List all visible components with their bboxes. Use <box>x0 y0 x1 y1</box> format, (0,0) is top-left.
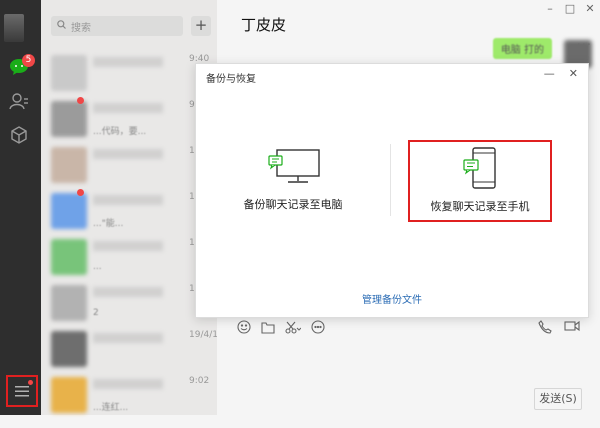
contact-name <box>93 195 163 205</box>
window-controls: – □ ✕ <box>540 0 600 18</box>
restore-to-phone-option[interactable]: 恢复聊天记录至手机 <box>408 140 552 222</box>
chat-preview: ...连红... <box>93 403 129 413</box>
favorites-cube-icon[interactable] <box>8 124 30 146</box>
dialog-controls: — ✕ <box>544 67 578 80</box>
contact-avatar <box>51 55 87 91</box>
chat-time: 1 <box>189 284 195 294</box>
menu-button[interactable] <box>6 375 38 407</box>
minimize-button[interactable]: – <box>540 0 560 18</box>
video-call-icon[interactable] <box>564 320 580 337</box>
message-bubble: 电脑 打的 <box>492 38 552 59</box>
computer-icon <box>268 149 320 183</box>
left-nav: 5 <box>0 0 41 415</box>
backup-to-pc-label: 备份聊天记录至电脑 <box>243 198 343 211</box>
options-divider <box>390 144 391 216</box>
chat-list: 搜索 + 9:409:13...代码，要...11..."能...1...121… <box>41 0 224 415</box>
scissors-icon[interactable] <box>285 321 302 337</box>
contacts-icon[interactable] <box>8 90 30 112</box>
unread-badge: 5 <box>22 54 35 67</box>
dialog-close-button[interactable]: ✕ <box>569 67 578 80</box>
chat-time: 1 <box>189 146 195 156</box>
hamburger-icon <box>15 386 29 397</box>
search-input[interactable]: 搜索 <box>51 16 183 36</box>
backup-to-pc-option[interactable]: 备份聊天记录至电脑 <box>218 146 368 212</box>
menu-notification-dot <box>28 380 33 385</box>
contact-name <box>93 241 163 251</box>
backup-restore-dialog: 备份与恢复 — ✕ 备份聊天记录至电脑 恢复聊天记录至手机 管理备份文件 <box>195 63 589 318</box>
dialog-minimize-button[interactable]: — <box>544 67 555 80</box>
phone-icon <box>463 147 496 189</box>
chat-time: 9:02 <box>189 376 210 386</box>
input-toolbar <box>237 320 325 337</box>
contact-avatar <box>51 285 87 321</box>
search-icon <box>57 20 66 32</box>
restore-to-phone-label: 恢复聊天记录至手机 <box>430 200 530 213</box>
contact-name <box>93 287 163 297</box>
contact-name <box>93 333 163 343</box>
contact-avatar <box>51 101 87 137</box>
chat-time: 1 <box>189 192 195 202</box>
chat-time: 1 <box>189 238 195 248</box>
contact-name <box>93 149 163 159</box>
add-chat-button[interactable]: + <box>191 16 211 36</box>
contact-name <box>93 379 163 389</box>
chat-preview: ... <box>93 262 102 272</box>
close-window-button[interactable]: ✕ <box>580 0 600 18</box>
phone-call-icon[interactable] <box>538 320 552 337</box>
contact-name <box>93 57 163 67</box>
manage-backup-files-link[interactable]: 管理备份文件 <box>196 291 588 306</box>
contact-avatar <box>51 331 87 367</box>
contact-avatar <box>51 239 87 275</box>
send-button[interactable]: 发送(S) <box>534 388 582 410</box>
maximize-button[interactable]: □ <box>560 0 580 18</box>
call-toolbar <box>538 320 580 337</box>
folder-icon[interactable] <box>261 321 275 337</box>
contact-avatar <box>51 377 87 413</box>
unread-dot <box>77 97 84 104</box>
chat-title: 丁皮皮 <box>241 16 287 34</box>
search-placeholder: 搜索 <box>71 22 91 34</box>
user-avatar[interactable] <box>4 14 24 42</box>
dialog-title: 备份与恢复 <box>206 74 256 85</box>
chat-history-icon[interactable] <box>311 320 325 337</box>
chat-list-item[interactable]: 9:02 ...连红... <box>41 366 217 428</box>
contact-avatar <box>51 193 87 229</box>
contact-avatar <box>51 147 87 183</box>
contact-name <box>93 103 163 113</box>
unread-dot <box>77 189 84 196</box>
emoji-icon[interactable] <box>237 320 251 337</box>
chat-preview: 2 <box>93 308 99 318</box>
